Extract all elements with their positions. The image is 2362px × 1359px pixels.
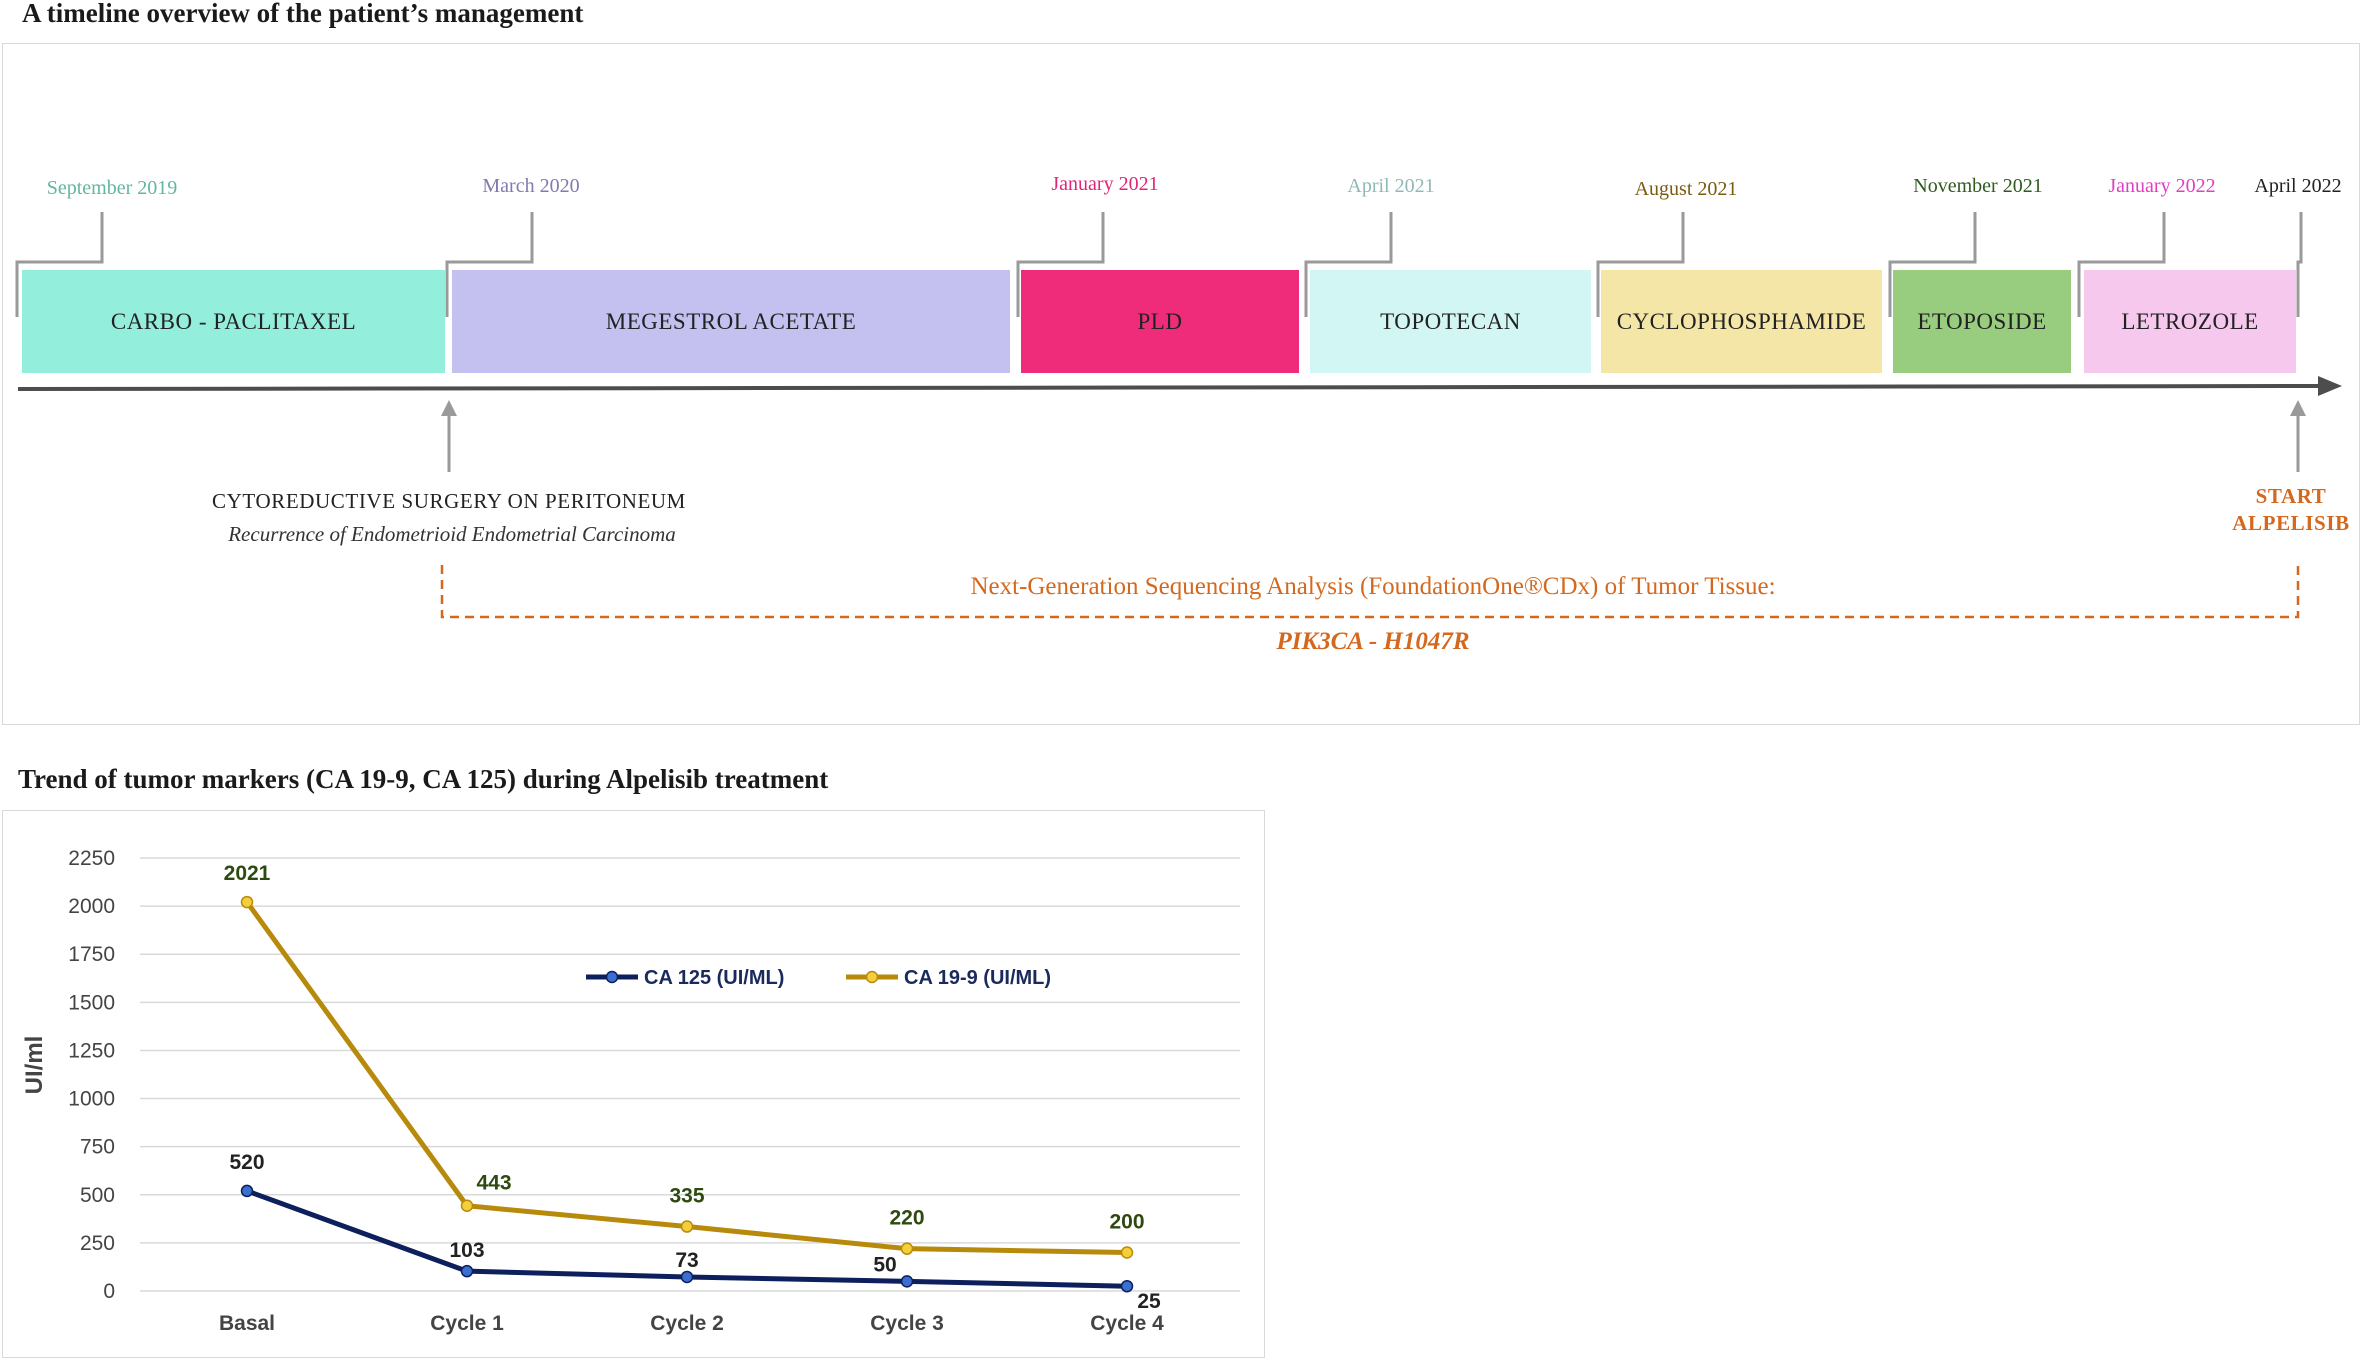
y-tick-1500: 1500 [68, 991, 115, 1014]
series-1-point-1 [460, 1199, 474, 1212]
treatment-etoposide: ETOPOSIDE [1893, 270, 2071, 373]
y-axis-label: UI/ml [21, 1036, 48, 1095]
x-tick-cycle-4: Cycle 4 [1090, 1312, 1164, 1335]
y-tick-500: 500 [80, 1184, 115, 1207]
treatment-cyclophosphamide: CYCLOPHOSPHAMIDE [1601, 270, 1882, 373]
series-1-point-3 [900, 1242, 914, 1255]
series-0-label-4: 25 [1137, 1290, 1161, 1313]
treatment-topotecan: TOPOTECAN [1310, 270, 1591, 373]
y-tick-2000: 2000 [68, 895, 115, 918]
series-0-point-0 [240, 1184, 254, 1198]
series-1-label-4: 200 [1109, 1211, 1144, 1234]
x-tick-cycle-1: Cycle 1 [430, 1312, 504, 1335]
x-tick-cycle-3: Cycle 3 [870, 1312, 944, 1335]
series-1-label-3: 220 [889, 1207, 924, 1230]
legend-marker-0 [605, 970, 619, 984]
start-alpelisib-line2: ALPELISIB [2232, 511, 2350, 535]
series-0-label-0: 520 [229, 1151, 264, 1174]
alpelisib-arrow [2290, 400, 2306, 472]
treatment-letrozole: LETROZOLE [2084, 270, 2296, 373]
legend-label-1: CA 19-9 (UI/ML) [904, 967, 1051, 989]
start-alpelisib-label: START ALPELISIB [2216, 483, 2362, 537]
series-0-point-1 [460, 1264, 474, 1278]
series-0-point-2 [680, 1270, 694, 1284]
callout-apr-2022 [2296, 212, 2303, 317]
ngs-mutation: PIK3CA - H1047R [1276, 628, 1470, 655]
y-tick-1000: 1000 [68, 1088, 115, 1111]
series-1-label-2: 335 [669, 1185, 704, 1208]
series-1-label-0: 2021 [224, 862, 271, 885]
series-1-point-2 [680, 1220, 694, 1233]
series-0-point-3 [900, 1275, 914, 1288]
y-tick-0: 0 [103, 1280, 115, 1303]
x-tick-basal: Basal [219, 1312, 275, 1335]
tumor-marker-chart: 0 250 500 750 1000 1250 1500 1750 2000 2250 UI/ml B… [21, 847, 1240, 1335]
y-tick-2250: 2250 [68, 847, 115, 870]
series-1-point-4 [1120, 1246, 1134, 1259]
series-0-label-1: 103 [449, 1239, 484, 1262]
series-1-label-1: 443 [476, 1172, 511, 1195]
series-0-label-2: 73 [675, 1249, 698, 1272]
start-alpelisib-line1: START [2255, 484, 2327, 508]
series-0-point-4 [1120, 1279, 1134, 1293]
series-1-point-0 [240, 895, 254, 909]
y-tick-1250: 1250 [68, 1039, 115, 1062]
x-tick-cycle-2: Cycle 2 [650, 1312, 724, 1335]
y-tick-750: 750 [80, 1136, 115, 1159]
series-0-label-3: 50 [873, 1253, 896, 1276]
legend-label-0: CA 125 (UI/ML) [644, 967, 784, 989]
legend-marker-1 [865, 970, 879, 984]
y-tick-1750: 1750 [68, 943, 115, 966]
y-tick-250: 250 [80, 1232, 115, 1255]
